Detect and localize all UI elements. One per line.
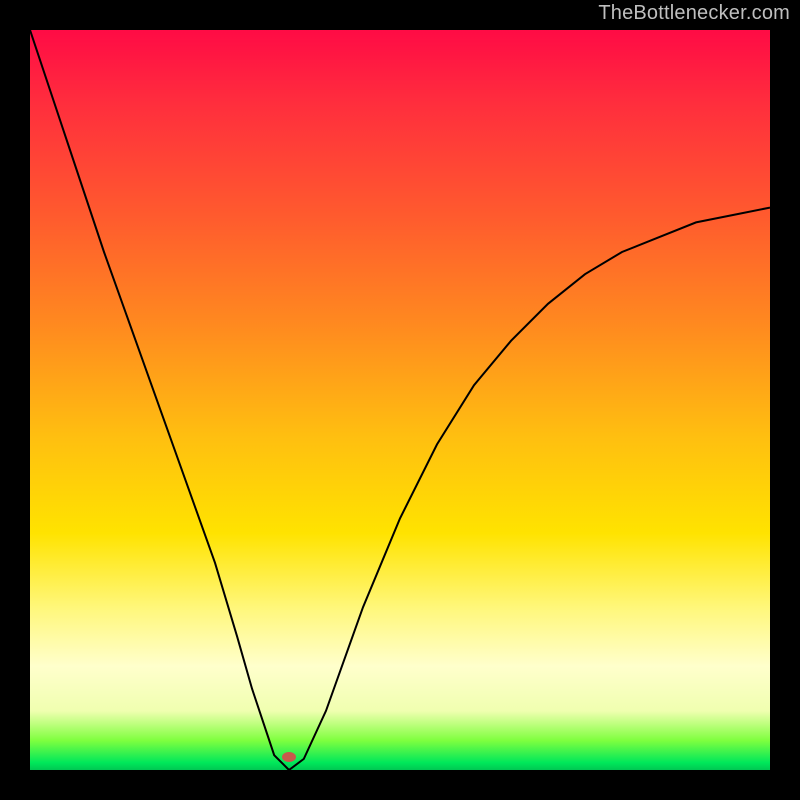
min-point-marker — [282, 752, 296, 762]
bottleneck-curve — [30, 30, 770, 770]
chart-stage: TheBottlenecker.com — [0, 0, 800, 800]
curve-path — [30, 30, 770, 770]
watermark-text: TheBottlenecker.com — [598, 2, 790, 25]
plot-area — [30, 30, 770, 770]
